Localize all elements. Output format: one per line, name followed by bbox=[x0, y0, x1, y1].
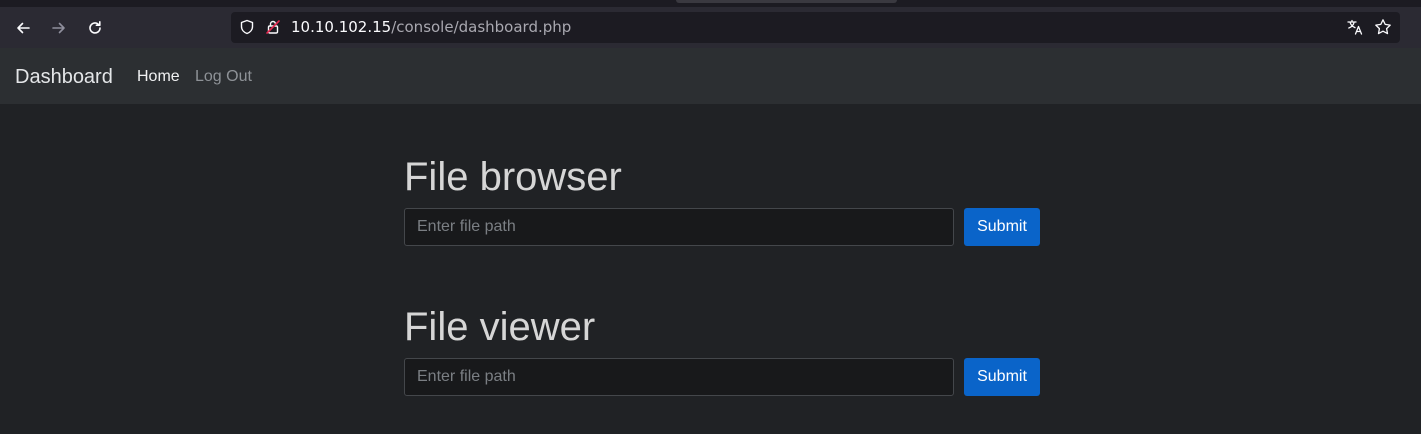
reload-button[interactable] bbox=[82, 15, 108, 41]
url-text[interactable]: 10.10.102.15/console/dashboard.php bbox=[291, 19, 571, 36]
file-browser-title: File browser bbox=[404, 155, 622, 199]
browser-toolbar: 10.10.102.15/console/dashboard.php bbox=[0, 7, 1421, 48]
active-tab-edge[interactable] bbox=[676, 0, 897, 3]
back-button[interactable] bbox=[10, 15, 36, 41]
file-viewer-title: File viewer bbox=[404, 305, 596, 349]
nav-link-log-out[interactable]: Log Out bbox=[195, 68, 252, 86]
forward-button[interactable] bbox=[46, 15, 72, 41]
file-browser-submit-button[interactable]: Submit bbox=[964, 208, 1040, 246]
shield-icon[interactable] bbox=[239, 19, 255, 35]
reload-icon bbox=[89, 21, 101, 34]
file-browser-path-input[interactable] bbox=[404, 208, 954, 246]
back-arrow-icon bbox=[17, 22, 30, 34]
file-viewer-submit-button[interactable]: Submit bbox=[964, 358, 1040, 396]
forward-arrow-icon bbox=[52, 22, 65, 34]
address-bar[interactable]: 10.10.102.15/console/dashboard.php bbox=[231, 12, 1400, 43]
url-path: /console/dashboard.php bbox=[391, 18, 572, 36]
url-host: 10.10.102.15 bbox=[291, 18, 392, 36]
site-navbar: Dashboard Home Log Out bbox=[0, 48, 1421, 104]
main-content: File browser Submit File viewer Submit bbox=[0, 104, 1421, 434]
brand-link[interactable]: Dashboard bbox=[15, 65, 113, 89]
nav-link-home[interactable]: Home bbox=[137, 68, 180, 86]
insecure-lock-icon[interactable] bbox=[265, 19, 281, 35]
tab-strip bbox=[0, 0, 1421, 7]
star-icon[interactable] bbox=[1374, 18, 1392, 36]
file-viewer-path-input[interactable] bbox=[404, 358, 954, 396]
translate-icon[interactable] bbox=[1346, 18, 1364, 36]
